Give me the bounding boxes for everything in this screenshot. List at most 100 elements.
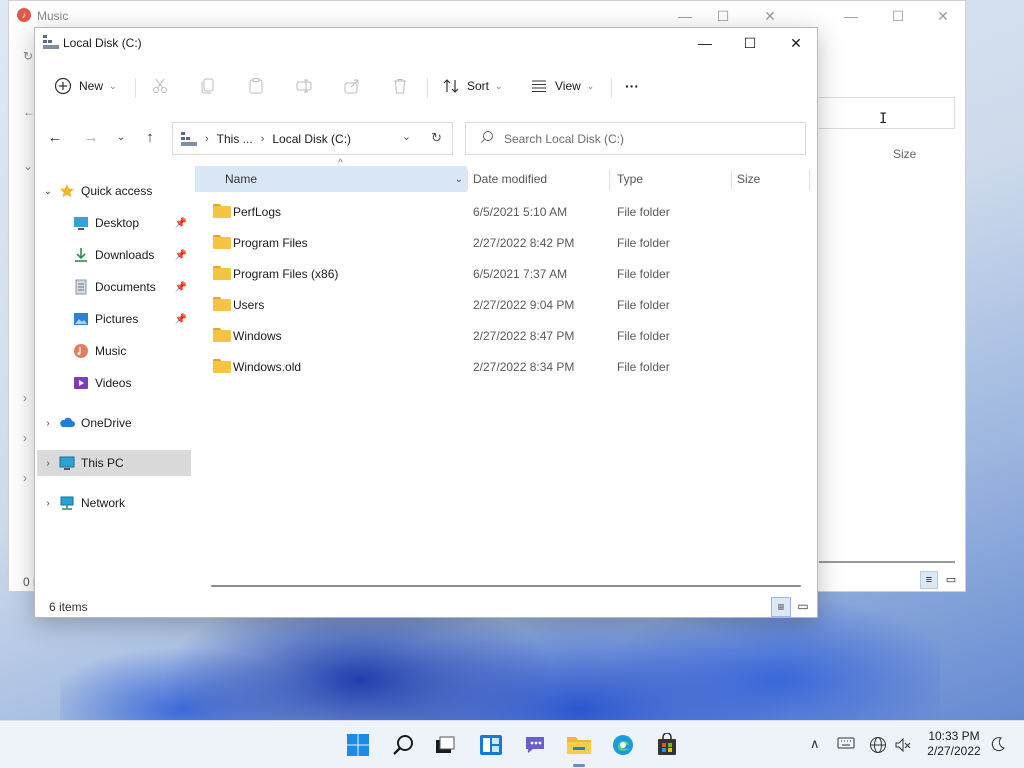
star-icon <box>59 183 75 199</box>
file-name: PerfLogs <box>233 204 282 219</box>
chevron-down-icon: ⌄ <box>109 80 117 91</box>
file-list: ^ Name ⌄ Date modified Type Size PerfLog… <box>195 158 810 586</box>
task-view-button[interactable] <box>431 731 459 759</box>
search-taskbar-button[interactable] <box>389 731 417 759</box>
focus-assist-moon-icon[interactable] <box>990 736 1006 755</box>
sidebar-item-videos[interactable]: Videos <box>37 370 191 396</box>
scissors-icon <box>150 76 170 96</box>
sidebar-item-onedrive[interactable]: › OneDrive <box>37 410 191 436</box>
tiles-view-button[interactable]: ▭ <box>793 597 813 617</box>
folder-icon <box>213 204 231 218</box>
delete-button[interactable] <box>390 72 410 100</box>
table-row[interactable]: Windows 2/27/2022 8:47 PM File folder <box>195 320 809 351</box>
folder-icon <box>213 235 231 249</box>
sidebar-item-network[interactable]: › Network <box>37 490 191 516</box>
toolbar-divider <box>611 78 612 98</box>
sidebar-item-quick-access[interactable]: ⌄ Quick access <box>37 178 191 204</box>
copy-button[interactable] <box>198 72 218 100</box>
chevron-right-icon[interactable]: › <box>37 418 59 429</box>
cut-button[interactable] <box>150 72 170 100</box>
file-name: Users <box>233 297 265 312</box>
widgets-icon <box>480 735 502 755</box>
table-row[interactable]: Program Files 2/27/2022 8:42 PM File fol… <box>195 227 809 258</box>
show-hidden-icons-button[interactable]: ∧ <box>810 736 820 752</box>
forward-button[interactable]: → <box>77 124 105 152</box>
column-divider[interactable] <box>731 170 732 190</box>
start-button[interactable] <box>344 731 372 759</box>
refresh-button[interactable]: ↻ <box>431 130 442 146</box>
breadcrumb-this-pc[interactable]: This ... <box>217 132 253 146</box>
share-button[interactable] <box>342 72 362 100</box>
chevron-right-icon[interactable]: › <box>37 498 59 509</box>
recent-locations-button[interactable]: ⌄ <box>107 124 135 152</box>
close-button[interactable]: ✕ <box>773 28 819 58</box>
bg-minimize-button[interactable]: — <box>665 5 705 27</box>
sidebar-item-this-pc[interactable]: › This PC <box>37 450 191 476</box>
bg-details-view-button[interactable]: ≡ <box>920 571 938 589</box>
table-row[interactable]: Users 2/27/2022 9:04 PM File folder <box>195 289 809 320</box>
globe-network-icon[interactable] <box>869 736 887 757</box>
folder-icon <box>213 359 231 373</box>
system-clock[interactable]: 10:33 PM 2/27/2022 <box>918 729 990 759</box>
view-label: View <box>555 79 581 93</box>
minimize-button[interactable]: — <box>682 28 728 58</box>
maximize-button[interactable]: ☐ <box>727 28 773 58</box>
file-explorer-taskbar-button[interactable] <box>565 731 593 767</box>
table-row[interactable]: PerfLogs 6/5/2021 5:10 AM File folder <box>195 196 809 227</box>
chevron-down-icon[interactable]: ⌄ <box>455 174 463 185</box>
pin-icon: 📌 <box>174 281 187 293</box>
bg-maximize-button-2[interactable]: ☐ <box>878 5 918 27</box>
table-row[interactable]: Windows.old 2/27/2022 8:34 PM File folde… <box>195 351 809 382</box>
sidebar-item-downloads[interactable]: Downloads 📌 <box>37 242 191 268</box>
column-divider[interactable] <box>609 170 610 190</box>
sidebar-item-music[interactable]: Music <box>37 338 191 364</box>
horizontal-scrollbar[interactable] <box>211 585 801 587</box>
sidebar-item-documents[interactable]: Documents 📌 <box>37 274 191 300</box>
column-header-size[interactable]: Size <box>737 166 760 192</box>
bg-maximize-button[interactable]: ☐ <box>703 5 743 27</box>
column-divider[interactable] <box>467 170 468 190</box>
column-header-type[interactable]: Type <box>617 166 643 192</box>
bg-close-button-2[interactable]: ✕ <box>923 5 963 27</box>
column-divider[interactable] <box>809 170 810 190</box>
table-row[interactable]: Program Files (x86) 6/5/2021 7:37 AM Fil… <box>195 258 809 289</box>
chevron-right-icon[interactable]: › <box>37 458 59 469</box>
status-item-count: 6 items <box>49 600 88 614</box>
chevron-down-icon[interactable]: ⌄ <box>37 186 59 197</box>
title-bar[interactable]: Local Disk (C:) — ☐ ✕ <box>35 28 817 58</box>
search-box[interactable]: Search Local Disk (C:) <box>465 122 806 155</box>
breadcrumb-local-disk[interactable]: Local Disk (C:) <box>272 132 351 146</box>
volume-muted-icon[interactable] <box>894 736 912 757</box>
widgets-button[interactable] <box>477 731 505 759</box>
column-header-name[interactable]: Name ⌄ <box>195 166 467 192</box>
paste-button[interactable] <box>246 72 266 100</box>
sidebar-item-label: This PC <box>81 456 124 470</box>
up-button[interactable]: ↑ <box>136 124 164 152</box>
new-button[interactable]: New ⌄ <box>53 72 117 100</box>
bg-close-button[interactable]: ✕ <box>750 5 790 27</box>
sidebar-item-pictures[interactable]: Pictures 📌 <box>37 306 191 332</box>
file-type: File folder <box>617 359 670 374</box>
details-view-button[interactable]: ≡ <box>771 597 791 617</box>
bg-tiles-view-button[interactable]: ▭ <box>942 571 960 589</box>
back-button[interactable]: ← <box>41 124 69 152</box>
address-history-button[interactable]: ⌄ <box>402 130 411 146</box>
search-icon <box>393 735 413 755</box>
bg-horizontal-scrollbar[interactable] <box>819 561 955 563</box>
view-button[interactable]: View ⌄ <box>529 72 594 100</box>
store-button[interactable] <box>653 731 681 759</box>
keyboard-icon[interactable] <box>837 736 855 753</box>
sidebar-item-desktop[interactable]: Desktop 📌 <box>37 210 191 236</box>
task-view-icon <box>436 736 455 753</box>
rename-button[interactable] <box>294 72 314 100</box>
address-bar[interactable]: › This ... › Local Disk (C:) ⌄ ↻ <box>172 122 453 155</box>
sort-label: Sort <box>467 79 490 93</box>
file-type: File folder <box>617 328 670 343</box>
sort-button[interactable]: Sort ⌄ <box>441 72 503 100</box>
edge-browser-button[interactable] <box>609 731 637 759</box>
chat-button[interactable] <box>521 731 549 759</box>
bg-size-column-header[interactable]: Size <box>893 147 916 161</box>
more-options-button[interactable]: ··· <box>625 72 639 100</box>
bg-minimize-button-2[interactable]: — <box>831 5 871 27</box>
column-header-date[interactable]: Date modified <box>473 166 547 192</box>
